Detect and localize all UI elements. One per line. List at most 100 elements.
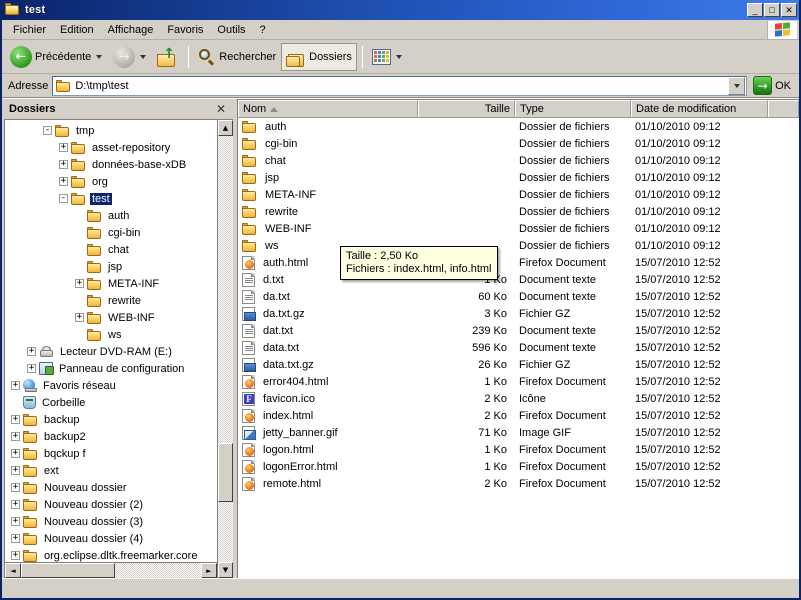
menu-item-edition[interactable]: Edition	[53, 22, 101, 38]
tree-hscroll-track[interactable]	[21, 563, 201, 578]
file-row[interactable]: jsp Dossier de fichiers 01/10/2010 09:12	[238, 169, 799, 186]
menu-item-outils[interactable]: Outils	[210, 22, 252, 38]
file-row[interactable]: data.txt 596 Ko Document texte 15/07/2010 1…	[238, 339, 799, 356]
expand-icon[interactable]: +	[11, 432, 20, 441]
file-row[interactable]: auth Dossier de fichiers 01/10/2010 09:12	[238, 118, 799, 135]
expand-icon[interactable]: +	[11, 517, 20, 526]
menu-item-help[interactable]: ?	[253, 22, 273, 38]
tree-item-nouveau-dossier-3[interactable]: + Nouveau dossier (3)	[5, 513, 217, 530]
expand-icon[interactable]: +	[11, 534, 20, 543]
tree-item-favoris-r-seau[interactable]: + Favoris réseau	[5, 377, 217, 394]
scroll-left-button[interactable]: ◄	[5, 563, 21, 578]
file-row[interactable]: index.html 2 Ko Firefox Document 15/07/2010…	[238, 407, 799, 424]
tree-vscroll-thumb[interactable]	[218, 442, 233, 503]
address-input[interactable]: D:\tmp\test	[52, 75, 748, 96]
tree-item-asset-repository[interactable]: + asset-repository	[5, 139, 217, 156]
tree-item-chat[interactable]: chat	[5, 241, 217, 258]
expand-icon[interactable]: +	[75, 313, 84, 322]
tree-horizontal-scrollbar[interactable]: ◄ ►	[5, 562, 217, 578]
minimize-button[interactable]: _	[747, 3, 763, 17]
chevron-down-icon[interactable]	[140, 54, 147, 59]
column-header-type[interactable]: Type	[515, 100, 631, 117]
folders-tree[interactable]: - tmp + asset-repository + données-base-xDB + o…	[5, 120, 217, 562]
address-dropdown-button[interactable]	[728, 76, 746, 95]
file-row[interactable]: chat Dossier de fichiers 01/10/2010 09:12	[238, 152, 799, 169]
search-button[interactable]: Rechercher	[194, 43, 280, 71]
collapse-icon[interactable]: -	[59, 194, 68, 203]
expand-icon[interactable]: +	[27, 364, 36, 373]
up-button[interactable]: ↑	[153, 43, 183, 71]
menu-item-affichage[interactable]: Affichage	[101, 22, 161, 38]
expand-icon[interactable]: +	[11, 415, 20, 424]
menu-item-favoris[interactable]: Favoris	[160, 22, 210, 38]
tree-item-rewrite[interactable]: rewrite	[5, 292, 217, 309]
file-row[interactable]: jetty_banner.gif 71 Ko Image GIF 15/07/2010…	[238, 424, 799, 441]
tree-item-backup2[interactable]: + backup2	[5, 428, 217, 445]
tree-item-web-inf[interactable]: + WEB-INF	[5, 309, 217, 326]
maximize-button[interactable]: □	[764, 3, 780, 17]
tree-vertical-scrollbar[interactable]: ▲ ▼	[217, 120, 233, 578]
tree-item-corbeille[interactable]: Corbeille	[5, 394, 217, 411]
file-row[interactable]: auth.html Firefox Document 15/07/2010 12:5…	[238, 254, 799, 271]
file-row[interactable]: dat.txt 239 Ko Document texte 15/07/2010 12…	[238, 322, 799, 339]
back-button[interactable]: ← Précédente	[6, 43, 108, 71]
expand-icon[interactable]: +	[11, 381, 20, 390]
tree-item-tmp[interactable]: - tmp	[5, 122, 217, 139]
close-button[interactable]: ✕	[781, 3, 797, 17]
file-row[interactable]: favicon.ico 2 Ko Icône 15/07/2010 12:52	[238, 390, 799, 407]
expand-icon[interactable]: +	[59, 160, 68, 169]
tree-item-nouveau-dossier[interactable]: + Nouveau dossier	[5, 479, 217, 496]
file-row[interactable]: error404.html 1 Ko Firefox Document 15/07/2…	[238, 373, 799, 390]
file-row[interactable]: rewrite Dossier de fichiers 01/10/2010 09:…	[238, 203, 799, 220]
file-row[interactable]: META-INF Dossier de fichiers 01/10/2010 09…	[238, 186, 799, 203]
file-row[interactable]: d.txt1 KoDocument texte15/07/2010 12:52	[238, 271, 799, 288]
scroll-down-button[interactable]: ▼	[218, 562, 233, 578]
tree-item-backup[interactable]: + backup	[5, 411, 217, 428]
tree-item-ws[interactable]: ws	[5, 326, 217, 343]
tree-item-cgi-bin[interactable]: cgi-bin	[5, 224, 217, 241]
file-row[interactable]: da.txt 60 Ko Document texte 15/07/2010 12:5…	[238, 288, 799, 305]
tree-item-nouveau-dossier-2[interactable]: + Nouveau dossier (2)	[5, 496, 217, 513]
views-button[interactable]	[368, 43, 408, 71]
menu-item-fichier[interactable]: Fichier	[6, 22, 53, 38]
expand-icon[interactable]: +	[11, 483, 20, 492]
tree-item-jsp[interactable]: jsp	[5, 258, 217, 275]
expand-icon[interactable]: +	[59, 177, 68, 186]
expand-icon[interactable]: +	[11, 551, 20, 560]
file-row[interactable]: da.txt.gz 3 Ko Fichier GZ 15/07/2010 12:52	[238, 305, 799, 322]
forward-button[interactable]: →	[109, 43, 152, 71]
tree-item-org[interactable]: + org	[5, 173, 217, 190]
expand-icon[interactable]: +	[27, 347, 36, 356]
file-row[interactable]: logonError.html 1 Ko Firefox Document 15/07…	[238, 458, 799, 475]
tree-hscroll-thumb[interactable]	[21, 563, 115, 578]
expand-icon[interactable]: +	[11, 466, 20, 475]
scroll-up-button[interactable]: ▲	[218, 120, 233, 136]
file-row[interactable]: ws Dossier de fichiers 01/10/2010 09:12	[238, 237, 799, 254]
tree-item-auth[interactable]: auth	[5, 207, 217, 224]
tree-vscroll-track[interactable]	[218, 136, 233, 562]
close-icon[interactable]: ✕	[213, 102, 229, 116]
chevron-down-icon[interactable]	[96, 54, 103, 59]
tree-item-meta-inf[interactable]: + META-INF	[5, 275, 217, 292]
tree-item-org-eclipse-dltk-freemarker-core[interactable]: + org.eclipse.dltk.freemarker.core	[5, 547, 217, 562]
column-header-date-de-modification[interactable]: Date de modification	[631, 100, 768, 117]
expand-icon[interactable]: +	[59, 143, 68, 152]
expand-icon[interactable]: +	[11, 449, 20, 458]
file-row[interactable]: data.txt.gz 26 Ko Fichier GZ 15/07/2010 12:…	[238, 356, 799, 373]
column-header-nom[interactable]: Nom	[238, 100, 418, 117]
tree-item-nouveau-dossier-4[interactable]: + Nouveau dossier (4)	[5, 530, 217, 547]
expand-icon[interactable]: +	[11, 500, 20, 509]
file-list[interactable]: Taille : 2,50 Ko Fichiers : index.html, …	[238, 118, 799, 578]
tree-item-ext[interactable]: + ext	[5, 462, 217, 479]
tree-item-donn-es-base-xdb[interactable]: + données-base-xDB	[5, 156, 217, 173]
file-row[interactable]: WEB-INF Dossier de fichiers 01/10/2010 09:…	[238, 220, 799, 237]
file-row[interactable]: remote.html 2 Ko Firefox Document 15/07/201…	[238, 475, 799, 492]
chevron-down-icon[interactable]	[395, 54, 402, 59]
scroll-right-button[interactable]: ►	[201, 563, 217, 578]
file-row[interactable]: logon.html 1 Ko Firefox Document 15/07/2010…	[238, 441, 799, 458]
tree-item-panneau-de-configuration[interactable]: + Panneau de configuration	[5, 360, 217, 377]
collapse-icon[interactable]: -	[43, 126, 52, 135]
file-row[interactable]: cgi-bin Dossier de fichiers 01/10/2010 09:…	[238, 135, 799, 152]
tree-item-lecteur-dvd-ram-e[interactable]: + Lecteur DVD-RAM (E:)	[5, 343, 217, 360]
tree-item-test[interactable]: - test	[5, 190, 217, 207]
